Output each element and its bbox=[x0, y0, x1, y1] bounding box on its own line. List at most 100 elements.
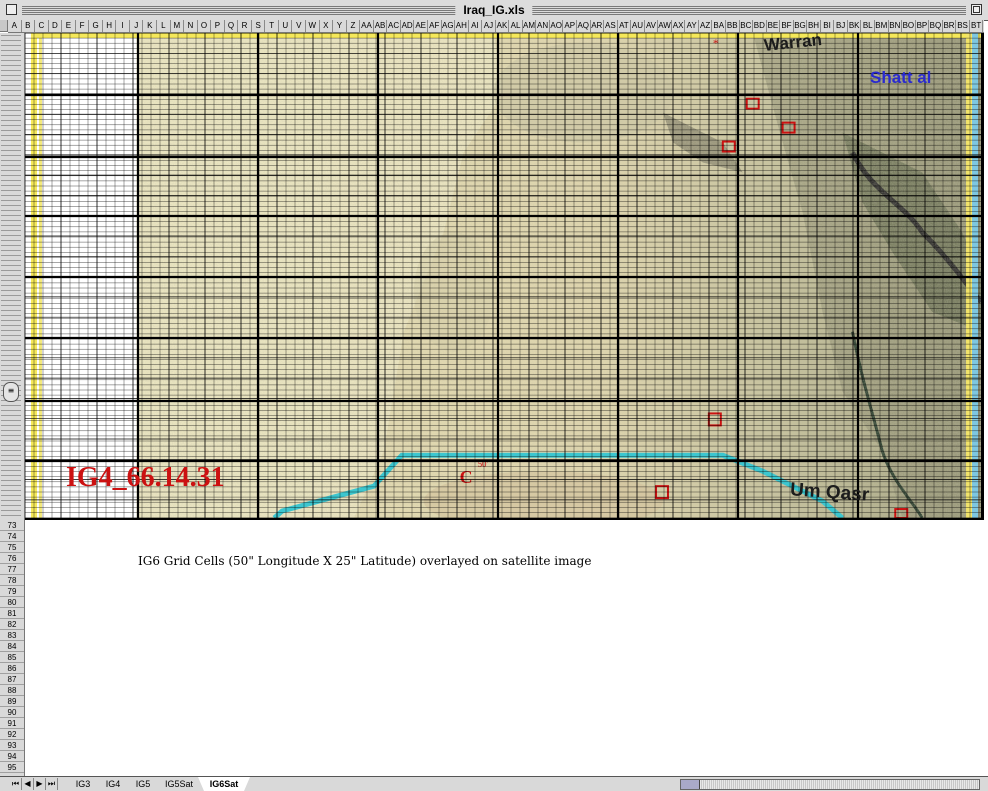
column-header[interactable]: AC bbox=[387, 20, 401, 32]
column-header[interactable]: BL bbox=[861, 20, 875, 32]
column-header[interactable]: BN bbox=[889, 20, 903, 32]
row-header[interactable]: 79 bbox=[0, 586, 24, 597]
row-header[interactable]: 74 bbox=[0, 531, 24, 542]
column-header[interactable]: BK bbox=[848, 20, 862, 32]
row-header[interactable]: 75 bbox=[0, 542, 24, 553]
column-header[interactable]: BO bbox=[902, 20, 916, 32]
column-header[interactable]: AV bbox=[645, 20, 659, 32]
column-header[interactable]: A bbox=[8, 20, 22, 32]
column-header[interactable]: AL bbox=[509, 20, 523, 32]
row-header[interactable]: 94 bbox=[0, 751, 24, 762]
column-header[interactable]: Y bbox=[333, 20, 347, 32]
column-header[interactable]: AM bbox=[523, 20, 537, 32]
column-header[interactable]: BQ bbox=[929, 20, 943, 32]
column-header[interactable]: T bbox=[265, 20, 279, 32]
column-header[interactable]: BJ bbox=[834, 20, 848, 32]
tab-ig3[interactable]: IG3 bbox=[66, 777, 100, 791]
column-header[interactable]: D bbox=[49, 20, 63, 32]
column-header[interactable]: AX bbox=[672, 20, 686, 32]
row-header[interactable]: 73 bbox=[0, 520, 24, 531]
tab-ig5sat[interactable]: IG5Sat bbox=[156, 777, 202, 791]
row-header[interactable]: 85 bbox=[0, 652, 24, 663]
column-header[interactable]: AZ bbox=[699, 20, 713, 32]
row-header[interactable]: 87 bbox=[0, 674, 24, 685]
column-header[interactable]: AE bbox=[414, 20, 428, 32]
column-header[interactable]: G bbox=[89, 20, 103, 32]
column-header[interactable]: R bbox=[238, 20, 252, 32]
row-header[interactable]: 89 bbox=[0, 696, 24, 707]
last-sheet-icon[interactable]: ⏭ bbox=[46, 778, 58, 790]
column-header[interactable]: AR bbox=[591, 20, 605, 32]
tab-ig5[interactable]: IG5 bbox=[126, 777, 160, 791]
column-header[interactable]: P bbox=[211, 20, 225, 32]
column-header[interactable]: BS bbox=[956, 20, 970, 32]
tab-ig6sat[interactable]: IG6Sat bbox=[198, 777, 250, 791]
column-header[interactable]: E bbox=[62, 20, 76, 32]
column-header[interactable]: AS bbox=[604, 20, 618, 32]
row-header[interactable]: 93 bbox=[0, 740, 24, 751]
column-header[interactable]: AY bbox=[685, 20, 699, 32]
column-header[interactable]: J bbox=[130, 20, 144, 32]
close-box-icon[interactable] bbox=[6, 4, 17, 15]
column-header[interactable]: AI bbox=[469, 20, 483, 32]
row-header[interactable]: 95 bbox=[0, 762, 24, 773]
row-header[interactable]: 91 bbox=[0, 718, 24, 729]
column-header[interactable]: AH bbox=[455, 20, 469, 32]
column-header[interactable]: X bbox=[320, 20, 334, 32]
column-header[interactable]: AJ bbox=[482, 20, 496, 32]
row-header[interactable]: 82 bbox=[0, 619, 24, 630]
column-header[interactable]: O bbox=[198, 20, 212, 32]
column-header[interactable]: AB bbox=[374, 20, 388, 32]
scroll-thumb[interactable] bbox=[681, 780, 700, 789]
column-header[interactable]: C bbox=[35, 20, 49, 32]
zoom-box-icon[interactable] bbox=[971, 4, 982, 15]
column-header[interactable]: L bbox=[157, 20, 171, 32]
column-header[interactable]: BG bbox=[794, 20, 808, 32]
row-header[interactable]: 88 bbox=[0, 685, 24, 696]
column-header[interactable]: AK bbox=[496, 20, 510, 32]
row-header[interactable]: 76 bbox=[0, 553, 24, 564]
column-header[interactable]: BI bbox=[821, 20, 835, 32]
column-header[interactable]: U bbox=[279, 20, 293, 32]
column-header[interactable]: AA bbox=[360, 20, 374, 32]
column-header[interactable]: K bbox=[143, 20, 158, 32]
column-header[interactable]: BT bbox=[970, 20, 984, 32]
column-header[interactable]: AW bbox=[658, 20, 672, 32]
pane-splitter-handle[interactable]: ≡ bbox=[3, 382, 19, 402]
column-header[interactable]: AO bbox=[550, 20, 564, 32]
column-header[interactable]: S bbox=[252, 20, 266, 32]
row-header[interactable]: 81 bbox=[0, 608, 24, 619]
row-header[interactable]: 83 bbox=[0, 630, 24, 641]
next-sheet-icon[interactable]: ▶ bbox=[34, 778, 46, 790]
row-header[interactable]: 77 bbox=[0, 564, 24, 575]
column-header[interactable]: M bbox=[171, 20, 185, 32]
column-header[interactable]: V bbox=[292, 20, 307, 32]
column-header[interactable]: AT bbox=[618, 20, 632, 32]
column-header[interactable]: H bbox=[103, 20, 117, 32]
window-title-bar[interactable]: Iraq_IG.xls bbox=[0, 0, 988, 21]
column-header[interactable]: AU bbox=[631, 20, 645, 32]
row-header[interactable]: 78 bbox=[0, 575, 24, 586]
column-header[interactable]: BE bbox=[767, 20, 781, 32]
column-header[interactable]: I bbox=[116, 20, 130, 32]
tab-ig4[interactable]: IG4 bbox=[96, 777, 130, 791]
column-header[interactable]: AN bbox=[536, 20, 550, 32]
row-header[interactable]: 80 bbox=[0, 597, 24, 608]
column-header[interactable]: Z bbox=[347, 20, 361, 32]
column-header[interactable]: BC bbox=[740, 20, 754, 32]
column-header[interactable]: BD bbox=[753, 20, 767, 32]
row-header[interactable]: 92 bbox=[0, 729, 24, 740]
column-header[interactable]: AD bbox=[401, 20, 415, 32]
column-header[interactable]: BP bbox=[916, 20, 930, 32]
column-header[interactable]: AP bbox=[563, 20, 577, 32]
column-header[interactable]: BR bbox=[943, 20, 957, 32]
select-all-corner[interactable] bbox=[0, 20, 8, 32]
column-header[interactable]: BF bbox=[780, 20, 794, 32]
row-header[interactable]: 84 bbox=[0, 641, 24, 652]
column-header[interactable]: AF bbox=[428, 20, 442, 32]
column-header[interactable]: Q bbox=[225, 20, 239, 32]
row-header[interactable]: 86 bbox=[0, 663, 24, 674]
prev-sheet-icon[interactable]: ◀ bbox=[22, 778, 34, 790]
column-header[interactable]: BB bbox=[726, 20, 740, 32]
horizontal-scrollbar[interactable] bbox=[680, 779, 980, 790]
